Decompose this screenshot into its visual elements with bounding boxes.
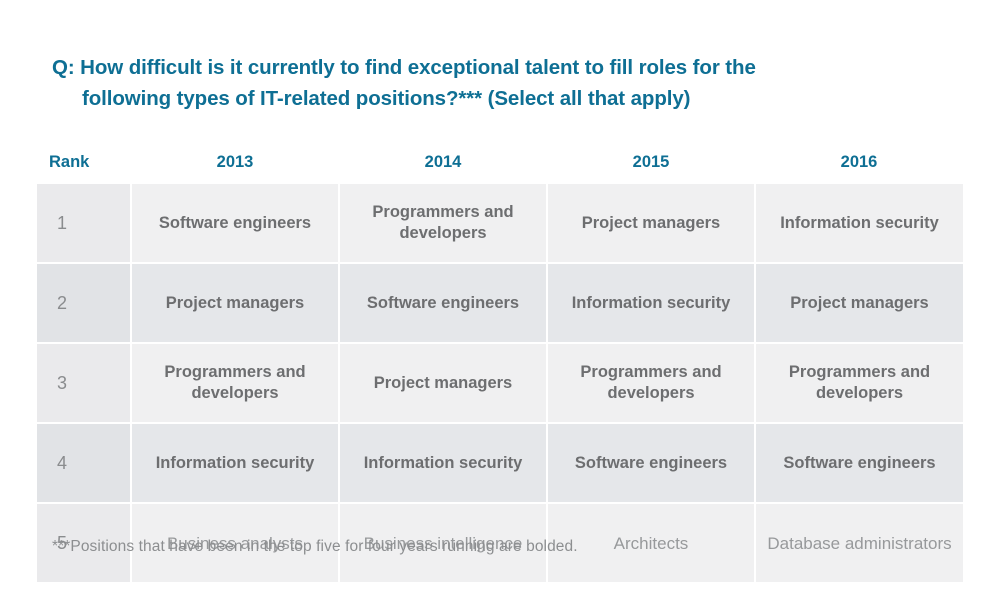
column-header-2016: 2016 <box>755 138 963 184</box>
cell-2013: Software engineers <box>131 184 340 264</box>
ranking-table: Rank 2013 2014 2015 2016 1 Software engi… <box>37 138 963 584</box>
cell-2014: Information security <box>339 423 548 504</box>
table-row: 2 Project managers Software engineers In… <box>37 263 963 344</box>
cell-2016: Project managers <box>755 263 963 344</box>
cell-2016: Programmers and developers <box>755 343 963 424</box>
cell-2015: Project managers <box>547 184 756 264</box>
table-header: Rank 2013 2014 2015 2016 <box>37 138 963 184</box>
footnote: ***Positions that have been in the top f… <box>52 538 578 555</box>
cell-2015: Architects <box>547 503 756 584</box>
cell-2013: Information security <box>131 423 340 504</box>
column-header-rank: Rank <box>37 138 131 184</box>
table-row: 4 Information security Information secur… <box>37 423 963 504</box>
column-header-2014: 2014 <box>339 138 547 184</box>
cell-2016: Software engineers <box>755 423 963 504</box>
cell-2014: Software engineers <box>339 263 548 344</box>
column-header-2013: 2013 <box>131 138 339 184</box>
table-header-row: Rank 2013 2014 2015 2016 <box>37 138 963 184</box>
cell-2014: Project managers <box>339 343 548 424</box>
infographic-page: Q: How difficult is it currently to find… <box>0 0 1000 612</box>
column-header-2015: 2015 <box>547 138 755 184</box>
table-row: 3 Programmers and developers Project man… <box>37 343 963 424</box>
ranking-table-container: Rank 2013 2014 2015 2016 1 Software engi… <box>37 138 963 584</box>
cell-2015: Programmers and developers <box>547 343 756 424</box>
page-title-line-2: following types of IT-related positions?… <box>82 87 691 110</box>
cell-2015: Information security <box>547 263 756 344</box>
page-title-line-1: Q: How difficult is it currently to find… <box>52 56 756 79</box>
cell-2013: Project managers <box>131 263 340 344</box>
table-body: 1 Software engineers Programmers and dev… <box>37 184 963 584</box>
cell-rank: 4 <box>37 423 132 504</box>
cell-rank: 1 <box>37 184 132 264</box>
cell-rank: 3 <box>37 343 132 424</box>
cell-2013: Programmers and developers <box>131 343 340 424</box>
cell-rank: 2 <box>37 263 132 344</box>
cell-2016: Database administrators <box>755 503 963 584</box>
page-title: Q: How difficult is it currently to find… <box>52 52 952 114</box>
cell-2016: Information security <box>755 184 963 264</box>
table-row: 1 Software engineers Programmers and dev… <box>37 184 963 264</box>
cell-2015: Software engineers <box>547 423 756 504</box>
cell-2014: Programmers and developers <box>339 184 548 264</box>
